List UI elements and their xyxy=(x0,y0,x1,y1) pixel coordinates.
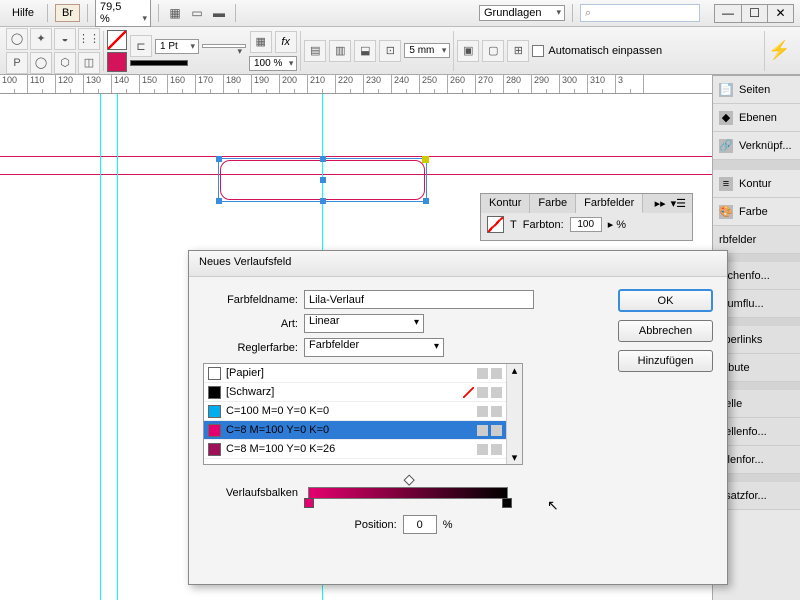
tab-kontur[interactable]: Kontur xyxy=(481,194,530,213)
swatch-row-selected[interactable]: C=8 M=100 Y=0 K=0 xyxy=(204,421,506,440)
bridge-button[interactable]: Br xyxy=(55,4,80,22)
cancel-button[interactable]: Abbrechen xyxy=(618,320,713,342)
panel-tab-farbe[interactable]: 🎨Farbe xyxy=(713,198,800,226)
tool-icon[interactable]: ✦ xyxy=(30,28,52,50)
midpoint-handle[interactable] xyxy=(404,475,415,486)
wrap-icon[interactable]: ▥ xyxy=(329,40,351,62)
close-button[interactable]: ✕ xyxy=(767,5,793,22)
position-input[interactable] xyxy=(403,515,437,534)
tool-icon[interactable]: ◯ xyxy=(6,28,28,50)
new-gradient-swatch-dialog: Neues Verlaufsfeld Farbfeldname: Art: Li… xyxy=(188,250,728,585)
view-icon-2[interactable]: ▭ xyxy=(188,4,206,22)
fit-icon[interactable]: ▣ xyxy=(457,40,479,62)
panel-tab-ebenen[interactable]: ◆Ebenen xyxy=(713,104,800,132)
dim-icon[interactable]: ⊡ xyxy=(379,40,401,62)
menu-bar: Hilfe Br 79,5 % ▦ ▭ ▬ Grundlagen ⌕ — ☐ ✕ xyxy=(0,0,800,27)
view-icon[interactable]: ▦ xyxy=(166,4,184,22)
position-label: Position: xyxy=(355,519,397,531)
stopcolor-label: Reglerfarbe: xyxy=(203,342,298,354)
fx-icon[interactable]: ▦ xyxy=(250,31,272,53)
scrollbar[interactable]: ▴▾ xyxy=(506,364,522,464)
wrap-icon[interactable]: ⬓ xyxy=(354,40,376,62)
tab-farbfelder[interactable]: Farbfelder xyxy=(576,194,643,213)
name-label: Farbfeldname: xyxy=(203,294,298,306)
panel-tab-kontur[interactable]: ≡Kontur xyxy=(713,170,800,198)
tab-farbe[interactable]: Farbe xyxy=(530,194,576,213)
stroke-icon: ≡ xyxy=(719,177,733,191)
workspace-dropdown[interactable]: Grundlagen xyxy=(479,5,565,21)
pages-icon: 📄 xyxy=(719,83,733,97)
autofit-checkbox[interactable]: Automatisch einpassen xyxy=(532,45,662,57)
lightning-icon[interactable]: ⚡ xyxy=(764,31,794,71)
zoom-dropdown[interactable]: 79,5 % xyxy=(95,0,151,27)
control-toolbar: ◯ ✦ ◒ ⋮⋮ P ◯ ⬡ ◫ ⊏ 1 Pt ▦ fx 100 % ▤ ▥ ⬓… xyxy=(0,27,800,75)
tint-input[interactable] xyxy=(570,217,602,232)
add-button[interactable]: Hinzufügen xyxy=(618,350,713,372)
panel-tab-seiten[interactable]: 📄Seiten xyxy=(713,76,800,104)
color-icon: 🎨 xyxy=(719,205,733,219)
t-icon[interactable]: T xyxy=(510,219,517,231)
fill-swatch-mini[interactable] xyxy=(487,216,504,233)
cursor-icon: ↖ xyxy=(547,497,559,514)
tool-icon[interactable]: P xyxy=(6,52,28,74)
swatch-name-input[interactable] xyxy=(304,290,534,309)
tool-icon[interactable]: ◫ xyxy=(78,52,100,74)
stroke-style-bar[interactable] xyxy=(130,60,188,66)
swatch-row[interactable]: C=8 M=100 Y=0 K=26 xyxy=(204,440,506,459)
swatch-row[interactable]: [Schwarz] xyxy=(204,383,506,402)
swatch-row[interactable]: [Papier] xyxy=(204,364,506,383)
gradient-stop-left[interactable] xyxy=(304,498,314,508)
panel-tab-verknuepf[interactable]: 🔗Verknüpf... xyxy=(713,132,800,160)
stroke-weight[interactable]: 1 Pt xyxy=(155,39,199,54)
ok-button[interactable]: OK xyxy=(618,289,713,312)
swatch-row[interactable]: C=100 M=0 Y=0 K=0 xyxy=(204,402,506,421)
position-suffix: % xyxy=(443,519,453,531)
wrap-icon[interactable]: ▤ xyxy=(304,40,326,62)
gradient-stop-right[interactable] xyxy=(502,498,512,508)
minimize-button[interactable]: — xyxy=(715,5,741,22)
gradient-ramp[interactable] xyxy=(308,487,508,499)
window-controls: — ☐ ✕ xyxy=(714,4,794,23)
fill-swatch[interactable] xyxy=(107,30,127,50)
panel-menu-icon[interactable]: ▾☰ xyxy=(671,197,686,210)
links-icon: 🔗 xyxy=(719,139,733,153)
fit-icon[interactable]: ⊞ xyxy=(507,40,529,62)
gradient-type-select[interactable]: Linear xyxy=(304,314,424,333)
view-icon-3[interactable]: ▬ xyxy=(210,4,228,22)
tool-icon[interactable]: ⬡ xyxy=(54,52,76,74)
tint-label: Farbton: xyxy=(523,219,564,231)
type-label: Art: xyxy=(203,318,298,330)
swatches-panel: Kontur Farbe Farbfelder ▸▸▾☰ T Farbton: … xyxy=(480,193,693,241)
tool-icon[interactable]: ◒ xyxy=(54,28,76,50)
dim-field[interactable]: 5 mm xyxy=(404,43,450,58)
tint-suffix: ▸ % xyxy=(608,218,626,231)
selection-box xyxy=(218,158,427,202)
tool-icon[interactable]: ◯ xyxy=(30,52,52,74)
swatch-list: [Papier] [Schwarz] C=100 M=0 Y=0 K=0 C=8… xyxy=(203,363,523,465)
gradient-ramp-label: Verlaufsbalken xyxy=(203,487,298,499)
horizontal-ruler: 1001101201301401501601701801902002102202… xyxy=(0,75,800,94)
layers-icon: ◆ xyxy=(719,111,733,125)
tool-icon[interactable]: ⋮⋮ xyxy=(78,28,100,50)
opacity-field[interactable]: 100 % xyxy=(249,56,297,71)
panel-collapse-icon[interactable]: ▸▸ xyxy=(655,197,666,210)
fx-icon[interactable]: fx xyxy=(275,31,297,53)
cap-icon[interactable]: ⊏ xyxy=(130,35,152,57)
dialog-title: Neues Verlaufsfeld xyxy=(189,251,727,277)
maximize-button[interactable]: ☐ xyxy=(741,5,767,22)
stroke-swatch[interactable] xyxy=(107,52,127,72)
stop-color-select[interactable]: Farbfelder xyxy=(304,338,444,357)
search-input[interactable]: ⌕ xyxy=(580,4,700,22)
menu-help[interactable]: Hilfe xyxy=(6,5,40,21)
join-select[interactable] xyxy=(202,44,246,48)
fit-icon[interactable]: ▢ xyxy=(482,40,504,62)
